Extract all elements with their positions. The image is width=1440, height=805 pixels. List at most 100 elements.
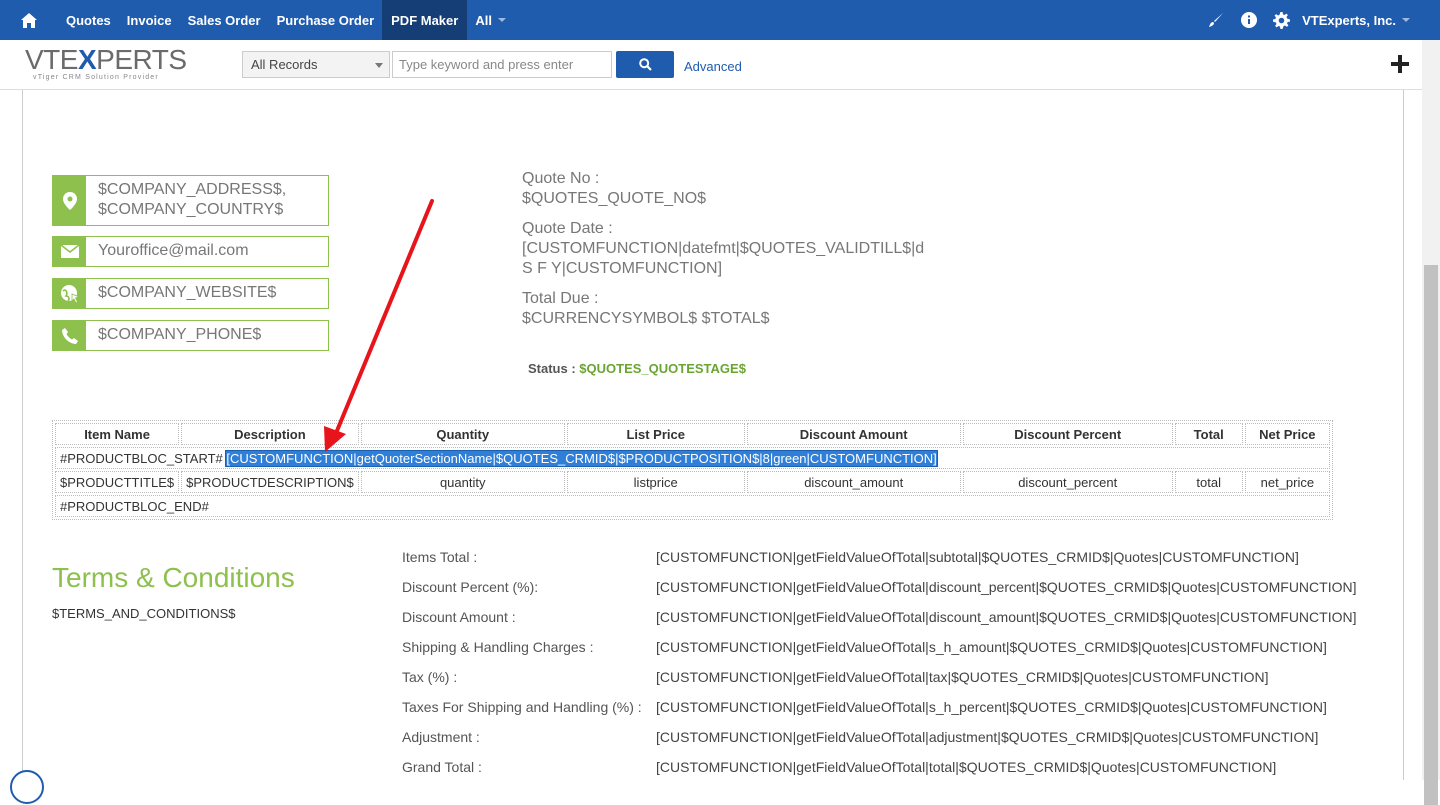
totals-label: Items Total : [402, 549, 478, 565]
column-header: Total [1174, 423, 1243, 445]
column-header: Net Price [1244, 423, 1330, 445]
account-menu[interactable]: VTExperts, Inc. [1302, 13, 1410, 28]
company-country: $COMPANY_COUNTRY$ [98, 201, 284, 218]
company-website: $COMPANY_WEBSITE$ [98, 284, 277, 301]
envelope-icon [53, 237, 86, 266]
phone-icon [53, 321, 86, 350]
terms-title: Terms & Conditions [52, 562, 295, 593]
product-bloc-start: #PRODUCTBLOC_START# [60, 450, 223, 466]
table-cell[interactable]: discount_percent [962, 471, 1173, 493]
product-bloc-end[interactable]: #PRODUCTBLOC_END# [55, 495, 1330, 517]
totals-label: Discount Amount : [402, 609, 516, 625]
search-bar: VTEXPERTS vTiger CRM Solution Provider A… [0, 40, 1422, 90]
table-row: #PRODUCTBLOC_START# [CUSTOMFUNCTION|getQ… [55, 447, 1330, 469]
logo-wordmark: VTEXPERTS [25, 46, 187, 74]
product-table[interactable]: Item Name Description Quantity List Pric… [52, 420, 1333, 520]
map-pin-icon [53, 176, 86, 225]
totals-label: Grand Total : [402, 759, 482, 775]
table-cell[interactable]: $PRODUCTDESCRIPTION$ [181, 471, 359, 493]
quote-date-label: Quote Date : [522, 220, 613, 237]
home-icon[interactable] [0, 0, 58, 40]
column-header: Item Name [55, 423, 180, 445]
table-row: $PRODUCTTITLE$ $PRODUCTDESCRIPTION$ quan… [55, 471, 1330, 493]
vtexperts-logo[interactable]: VTEXPERTS vTiger CRM Solution Provider [25, 46, 187, 82]
quote-date-block: Quote Date : [CUSTOMFUNCTION|datefmt|$QU… [522, 219, 924, 279]
chevron-down-icon [1402, 18, 1410, 22]
total-due-label: Total Due : [522, 290, 599, 307]
total-due-block: Total Due : $CURRENCYSYMBOL$ $TOTAL$ [522, 289, 769, 329]
nav-item-pdf-maker[interactable]: PDF Maker [382, 0, 468, 40]
nav-item-all[interactable]: All [467, 0, 514, 40]
quote-number-value: $QUOTES_QUOTE_NO$ [522, 190, 707, 207]
column-header: List Price [566, 423, 745, 445]
totals-label: Taxes For Shipping and Handling (%) : [402, 699, 642, 715]
gear-icon[interactable] [1265, 0, 1298, 40]
column-header: Quantity [360, 423, 565, 445]
total-due-value: $CURRENCYSYMBOL$ $TOTAL$ [522, 310, 770, 327]
terms-body: $TERMS_AND_CONDITIONS$ [52, 606, 236, 621]
company-phone-box[interactable]: $COMPANY_PHONE$ [52, 320, 329, 351]
table-cell[interactable]: total [1174, 471, 1243, 493]
scrollbar-thumb[interactable] [1424, 265, 1438, 805]
totals-value: [CUSTOMFUNCTION|getFieldValueOfTotal|dis… [656, 579, 1357, 595]
advanced-search-link[interactable]: Advanced [684, 59, 742, 74]
logo-tagline: vTiger CRM Solution Provider [33, 74, 159, 81]
chevron-down-icon [497, 18, 506, 22]
table-cell[interactable]: $PRODUCTTITLE$ [55, 471, 180, 493]
info-icon[interactable] [1232, 0, 1265, 40]
quote-date-value-line2: S F Y|CUSTOMFUNCTION] [522, 260, 723, 277]
table-cell[interactable]: discount_amount [746, 471, 961, 493]
status-value: $QUOTES_QUOTESTAGE$ [579, 361, 746, 376]
search-button[interactable] [616, 51, 674, 78]
records-select-value: All Records [251, 57, 318, 72]
search-icon [638, 58, 652, 71]
totals-label: Shipping & Handling Charges : [402, 639, 594, 655]
company-phone: $COMPANY_PHONE$ [98, 326, 262, 343]
vertical-scrollbar[interactable] [1422, 40, 1440, 805]
globe-cursor-icon [53, 279, 86, 308]
product-bloc-start-cell[interactable]: #PRODUCTBLOC_START# [CUSTOMFUNCTION|getQ… [55, 447, 1330, 469]
chevron-down-icon [375, 63, 383, 68]
add-icon[interactable] [1388, 52, 1412, 76]
table-cell[interactable]: quantity [360, 471, 565, 493]
nav-item-invoice[interactable]: Invoice [119, 0, 180, 40]
nav-item-sales-order[interactable]: Sales Order [180, 0, 269, 40]
column-header: Description [181, 423, 359, 445]
quote-number-block: Quote No : $QUOTES_QUOTE_NO$ [522, 169, 706, 209]
logo-wordmark-x: X [77, 44, 97, 75]
company-website-box[interactable]: $COMPANY_WEBSITE$ [52, 278, 329, 309]
totals-label: Adjustment : [402, 729, 480, 745]
brush-icon[interactable] [1199, 0, 1232, 40]
selected-custom-function-text[interactable]: [CUSTOMFUNCTION|getQuoterSectionName|$QU… [225, 449, 938, 467]
quote-number-label: Quote No : [522, 170, 600, 187]
search-input[interactable] [392, 51, 612, 78]
totals-value: [CUSTOMFUNCTION|getFieldValueOfTotal|adj… [656, 729, 1319, 745]
totals-value: [CUSTOMFUNCTION|getFieldValueOfTotal|sub… [656, 549, 1299, 565]
status-label: Status : [528, 361, 576, 376]
table-cell[interactable]: listprice [566, 471, 745, 493]
company-address-text: $COMPANY_ADDRESS$, $COMPANY_COUNTRY$ [86, 176, 298, 225]
totals-value: [CUSTOMFUNCTION|getFieldValueOfTotal|s_h… [656, 639, 1327, 655]
column-header: Discount Amount [746, 423, 961, 445]
top-nav: Quotes Invoice Sales Order Purchase Orde… [0, 0, 1440, 40]
help-bubble-icon[interactable] [10, 770, 44, 804]
records-select[interactable]: All Records [242, 51, 390, 78]
nav-item-purchase-order[interactable]: Purchase Order [269, 0, 383, 40]
table-header-row: Item Name Description Quantity List Pric… [55, 423, 1330, 445]
column-header: Discount Percent [962, 423, 1173, 445]
account-name: VTExperts, Inc. [1302, 12, 1396, 28]
nav-item-quotes[interactable]: Quotes [58, 0, 119, 40]
quote-status: Status : $QUOTES_QUOTESTAGE$ [528, 361, 746, 376]
logo-wordmark-vte: VTE [25, 44, 78, 75]
company-address-box[interactable]: $COMPANY_ADDRESS$, $COMPANY_COUNTRY$ [52, 175, 329, 226]
totals-label: Tax (%) : [402, 669, 458, 685]
quote-date-value-line1: [CUSTOMFUNCTION|datefmt|$QUOTES_VALIDTIL… [522, 240, 925, 257]
totals-value: [CUSTOMFUNCTION|getFieldValueOfTotal|dis… [656, 609, 1357, 625]
totals-value: [CUSTOMFUNCTION|getFieldValueOfTotal|tot… [656, 759, 1277, 775]
table-cell[interactable]: net_price [1244, 471, 1330, 493]
nav-right: VTExperts, Inc. [1199, 0, 1440, 40]
company-address: $COMPANY_ADDRESS$, [98, 181, 287, 198]
company-email-box[interactable]: Youroffice@mail.com [52, 236, 329, 267]
totals-value: [CUSTOMFUNCTION|getFieldValueOfTotal|tax… [656, 669, 1269, 685]
table-row: #PRODUCTBLOC_END# [55, 495, 1330, 517]
